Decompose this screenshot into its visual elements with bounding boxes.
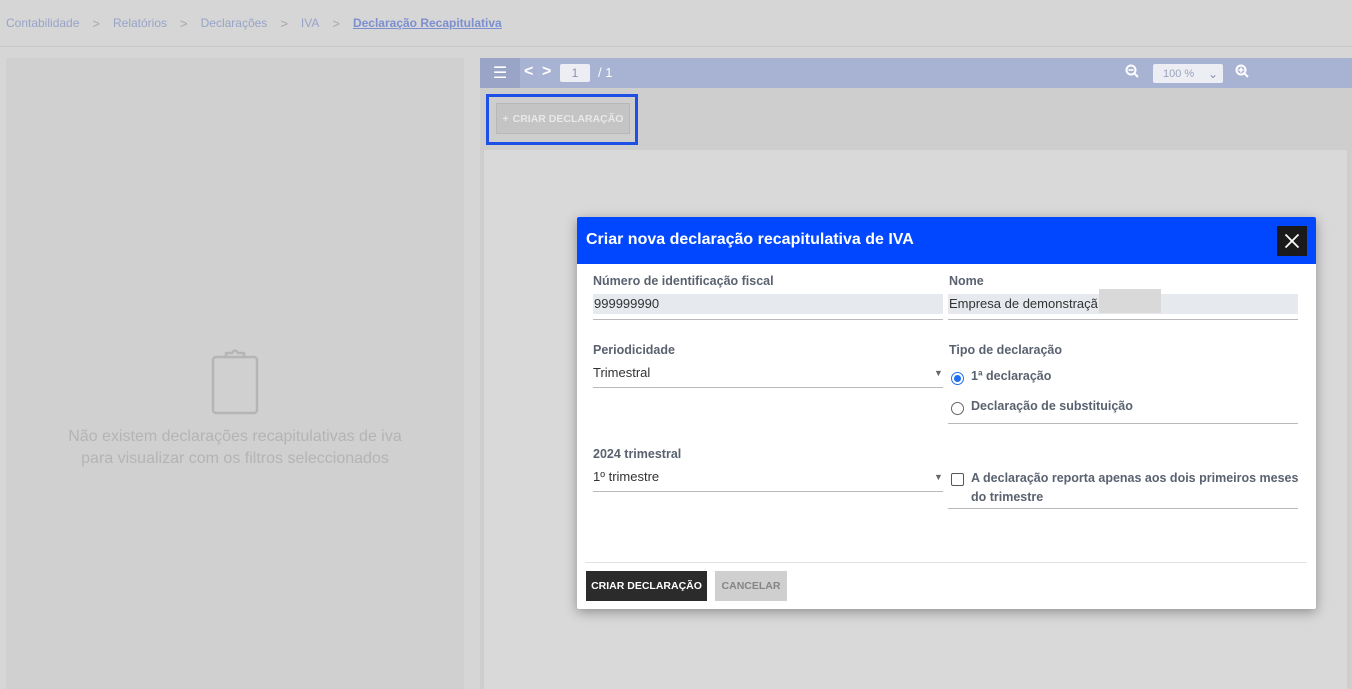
zoom-value: 100 %: [1163, 68, 1195, 80]
breadcrumb-iva[interactable]: IVA: [301, 16, 319, 30]
chevron-right-icon: >: [332, 15, 340, 31]
close-button[interactable]: [1277, 226, 1307, 256]
page-total: / 1: [598, 65, 613, 80]
clipboard-icon: [211, 349, 259, 415]
periodicity-underline: [593, 387, 943, 388]
modal-header: Criar nova declaração recapitulativa de …: [577, 217, 1316, 264]
page-number-input[interactable]: 1: [560, 64, 590, 82]
empty-state-line2: para visualizar com os filtros seleccion…: [81, 450, 389, 467]
declaration-type-underline: [948, 423, 1298, 424]
create-declaration-button[interactable]: + CRIAR DECLARAÇÃO: [496, 103, 630, 134]
chevron-right-icon: >: [92, 15, 100, 31]
breadcrumb-declaracoes[interactable]: Declarações: [201, 16, 268, 30]
quarter-label: 2024 trimestral: [593, 447, 682, 461]
breadcrumb-relatorios[interactable]: Relatórios: [113, 16, 167, 30]
breadcrumb-contabilidade[interactable]: Contabilidade: [6, 16, 79, 30]
plus-icon: +: [502, 112, 509, 125]
nif-label: Número de identificação fiscal: [593, 274, 774, 288]
first-declaration-label[interactable]: 1ª declaração: [971, 369, 1051, 383]
close-icon: [1284, 233, 1300, 249]
next-page-icon[interactable]: >: [542, 63, 551, 81]
viewer-toolbar: ☰ < > 1 / 1 100 % ⌄: [480, 58, 1352, 88]
periodicity-value: Trimestral: [593, 365, 651, 380]
name-underline: [948, 319, 1298, 320]
quarter-value: 1º trimestre: [593, 469, 660, 484]
menu-icon[interactable]: ☰: [480, 58, 520, 88]
empty-state-line1: Não existem declarações recapitulativas …: [68, 428, 402, 445]
name-label: Nome: [949, 274, 984, 288]
create-declaration-modal: Criar nova declaração recapitulativa de …: [577, 217, 1316, 609]
two-months-label-line1: A declaração reporta apenas aos dois pri…: [971, 471, 1299, 485]
create-declaration-label: CRIAR DECLARAÇÃO: [512, 112, 624, 125]
zoom-select[interactable]: 100 % ⌄: [1153, 64, 1223, 83]
chevron-right-icon: >: [280, 15, 288, 31]
previous-page-icon[interactable]: <: [524, 63, 533, 81]
substitution-declaration-label[interactable]: Declaração de substituição: [971, 399, 1133, 413]
periodicity-label: Periodicidade: [593, 343, 675, 357]
declarations-list-panel: Não existem declarações recapitulativas …: [6, 58, 464, 689]
zoom-in-icon[interactable]: [1235, 64, 1249, 78]
quarter-underline: [593, 491, 943, 492]
breadcrumb: Contabilidade > Relatórios > Declarações…: [0, 0, 1352, 47]
modal-title: Criar nova declaração recapitulativa de …: [586, 231, 914, 248]
chevron-down-icon: ⌄: [1207, 67, 1218, 81]
nif-underline: [593, 319, 943, 320]
checkbox-underline: [948, 508, 1298, 509]
modal-footer-divider: [585, 562, 1307, 563]
radio-substitution-declaration[interactable]: [951, 402, 964, 415]
zoom-out-icon[interactable]: [1125, 64, 1139, 78]
empty-state-message: Não existem declarações recapitulativas …: [6, 426, 464, 470]
cancel-button[interactable]: CANCELAR: [715, 571, 787, 601]
caret-down-icon: ▼: [934, 368, 943, 378]
redacted-block: [1099, 289, 1161, 313]
chevron-right-icon: >: [180, 15, 188, 31]
nif-field[interactable]: 999999990: [593, 294, 943, 314]
two-months-checkbox[interactable]: [951, 473, 964, 486]
caret-down-icon: ▼: [934, 472, 943, 482]
breadcrumb-current[interactable]: Declaração Recapitulativa: [353, 16, 502, 30]
radio-first-declaration[interactable]: [951, 372, 964, 385]
declaration-type-label: Tipo de declaração: [949, 343, 1063, 357]
submit-create-button[interactable]: CRIAR DECLARAÇÃO: [586, 571, 707, 601]
two-months-label-line2: do trimestre: [971, 490, 1044, 504]
two-months-label[interactable]: A declaração reporta apenas aos dois pri…: [971, 469, 1298, 507]
